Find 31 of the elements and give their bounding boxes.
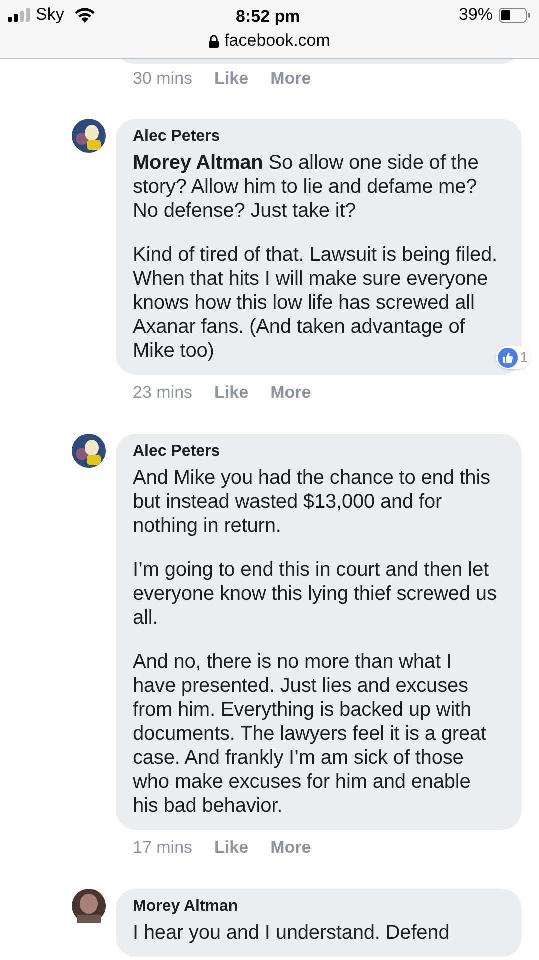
carrier-name: Sky [36, 4, 64, 26]
lock-icon [208, 34, 219, 48]
clock-time: 8:52 pm [236, 6, 300, 28]
battery-icon [499, 8, 531, 22]
like-link[interactable]: Like [214, 66, 249, 92]
avatar[interactable] [72, 889, 106, 923]
reaction-badge[interactable]: 1 [496, 346, 530, 369]
comment-time: 17 mins [133, 837, 193, 860]
comment-text: I hear you and I understand. Defend [133, 921, 451, 945]
comment-text: And no, there is no more than what I have presented. Just lies and excuses from him. Everything is backed up with documents. The lawyers feel it is a great case. And frankly I’m am sick of those who make excuses for him and enable his bad behavior. [133, 650, 488, 818]
more-link[interactable]: More [270, 380, 312, 406]
wifi-icon [74, 7, 96, 23]
author-name[interactable]: Morey Altman [133, 897, 238, 917]
comment-text: And Mike you had the chance to end this but instead wasted $13,000 and for nothing in return. [133, 466, 492, 538]
comment-text: Morey Altman So allow one side of the story? Allow him to lie and defame me? No defense? Just take it? [133, 151, 480, 223]
comment-time: 30 mins [133, 68, 193, 90]
like-link[interactable]: Like [214, 835, 249, 861]
author-name[interactable]: Alec Peters [133, 442, 220, 462]
comment-text: I’m going to end this in court and then let everyone know this lying thief screwed us all. [133, 558, 498, 630]
comment-time: 23 mins [133, 382, 193, 404]
like-icon [498, 348, 518, 368]
battery-percent: 39% [458, 4, 493, 26]
comment-text: Kind of tired of that. Lawsuit is being filed. When that hits I will make sure everyone knows how this low life has screwed all Axanar fans. (And taken advantage of Mike too) [133, 243, 499, 363]
url-text[interactable]: facebook.com [224, 28, 330, 54]
avatar[interactable] [72, 434, 106, 468]
avatar[interactable] [72, 119, 106, 153]
like-link[interactable]: Like [214, 380, 249, 406]
author-name[interactable]: Alec Peters [133, 127, 220, 147]
more-link[interactable]: More [270, 66, 312, 92]
more-link[interactable]: More [270, 835, 312, 861]
signal-icon [8, 8, 30, 22]
